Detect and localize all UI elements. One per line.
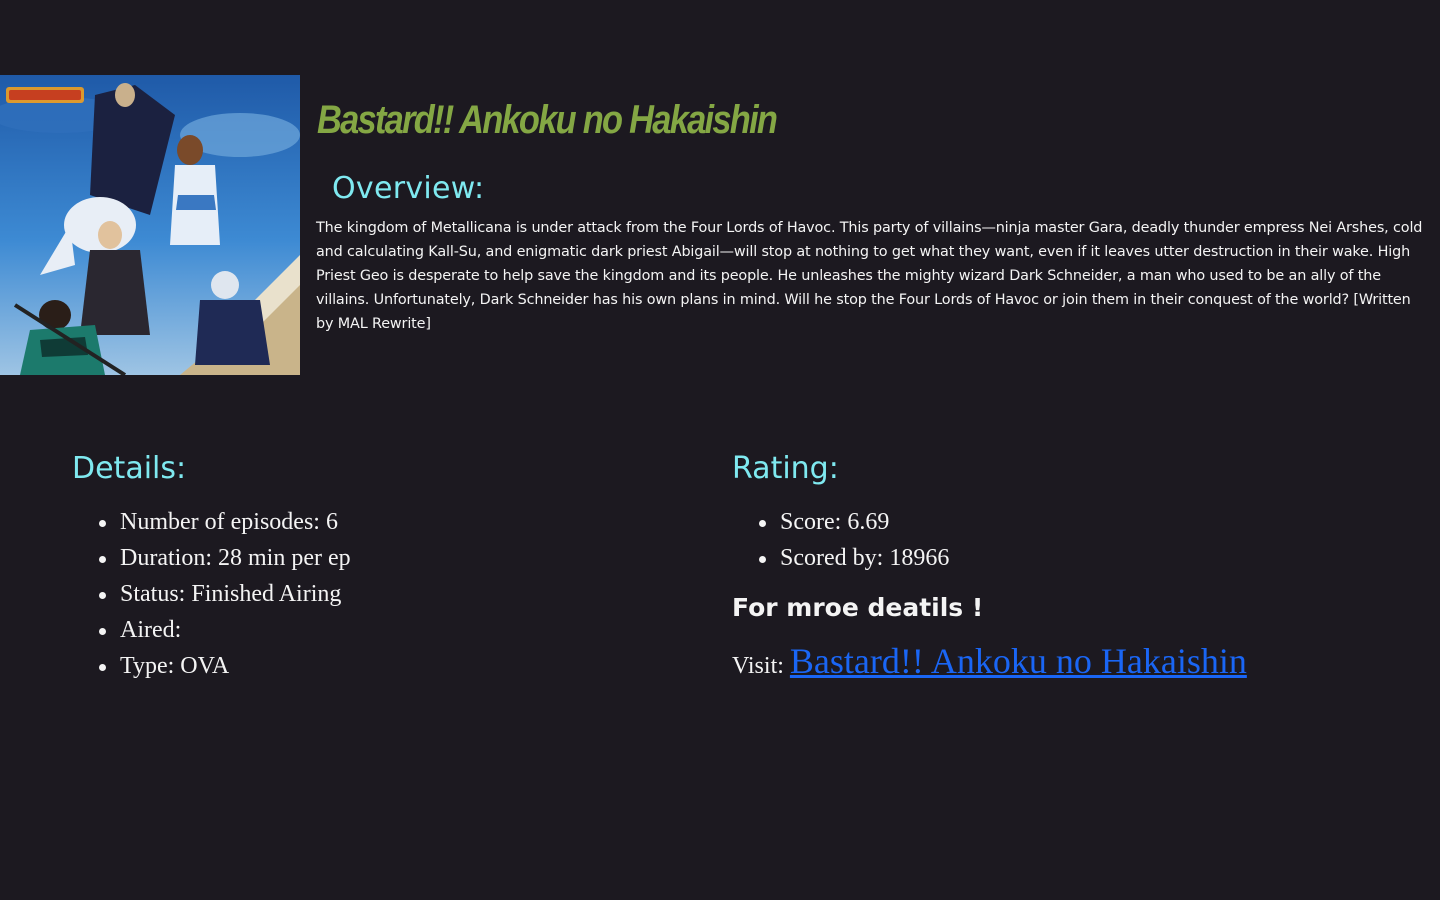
cover-artwork (0, 75, 300, 375)
details-list: Number of episodes: 6 Duration: 28 min p… (72, 504, 351, 684)
overview-text: The kingdom of Metallicana is under atta… (316, 220, 1423, 332)
rating-score: Score: 6.69 (732, 504, 949, 540)
anime-title: Bastard!! Ankoku no Hakaishin (317, 98, 778, 142)
cover-image (0, 75, 300, 375)
details-heading: Details: (72, 451, 187, 486)
detail-status: Status: Finished Airing (72, 576, 351, 612)
rating-scored-by: Scored by: 18966 (732, 540, 949, 576)
visit-label: Visit: (732, 653, 784, 679)
detail-aired: Aired: (72, 612, 351, 648)
visit-line: Visit: Bastard!! Ankoku no Hakaishin (732, 640, 1247, 682)
detail-duration: Duration: 28 min per ep (72, 540, 351, 576)
overview-heading: Overview: (332, 171, 485, 206)
detail-episodes: Number of episodes: 6 (72, 504, 351, 540)
detail-type: Type: OVA (72, 648, 351, 684)
rating-heading: Rating: (732, 451, 839, 486)
rating-list: Score: 6.69 Scored by: 18966 (732, 504, 949, 576)
more-details-heading: For mroe deatils ! (732, 593, 984, 622)
mal-link[interactable]: Bastard!! Ankoku no Hakaishin (790, 641, 1247, 681)
